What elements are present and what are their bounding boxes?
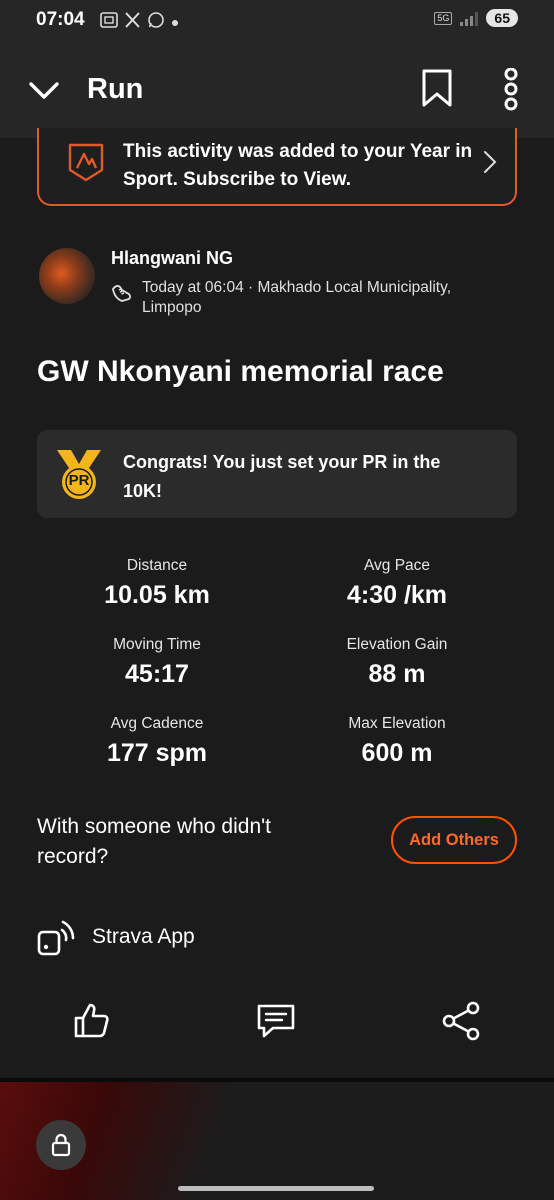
- avatar[interactable]: [39, 248, 95, 304]
- action-bar: [0, 1000, 554, 1052]
- bookmark-icon: [422, 69, 452, 107]
- year-in-sport-banner[interactable]: This activity was added to your Year in …: [37, 128, 517, 206]
- stat-label: Avg Pace: [363, 557, 431, 574]
- banner-message: This activity was added to your Year in …: [123, 141, 473, 190]
- stat-label: Distance: [126, 557, 188, 574]
- chevron-down-icon: [29, 82, 59, 99]
- add-others-button[interactable]: Add Others: [391, 816, 517, 864]
- network-type: 5G: [434, 11, 453, 25]
- stat-value: 600 m: [361, 739, 433, 767]
- athlete-name[interactable]: Hlangwani NG: [111, 248, 233, 269]
- whatsapp-icon: [147, 11, 165, 34]
- stat-moving-time: Moving Time 45:17: [37, 636, 277, 689]
- year-in-sport-icon: [67, 142, 105, 182]
- add-others-prompt: With someone who didn't record?: [37, 815, 271, 868]
- comment-button[interactable]: [255, 1000, 299, 1046]
- stat-elevation-gain: Elevation Gain 88 m: [277, 636, 517, 689]
- activity-title: GW Nkonyani memorial race: [37, 355, 444, 388]
- home-indicator[interactable]: [178, 1186, 374, 1191]
- pr-medal-icon: PR: [53, 446, 105, 502]
- like-icon: [74, 1003, 109, 1038]
- more-vertical-icon: [504, 67, 518, 111]
- share-icon: [442, 1001, 480, 1041]
- battery-level: 65: [486, 9, 518, 27]
- pr-badge-text: PR: [68, 472, 90, 489]
- top-app-bar: Run: [0, 42, 554, 138]
- more-options-button[interactable]: [496, 67, 526, 112]
- map-lock-button[interactable]: [36, 1120, 86, 1170]
- stat-label: Moving Time: [113, 636, 201, 653]
- stat-avg-cadence: Avg Cadence 177 spm: [37, 715, 277, 768]
- dot-icon: [171, 14, 179, 32]
- system-status: 5G 65: [434, 9, 518, 27]
- share-button[interactable]: [440, 1000, 484, 1046]
- pr-message: Congrats! You just set your PR in the 10…: [123, 452, 441, 501]
- lock-icon: [51, 1133, 71, 1157]
- stat-label: Avg Cadence: [110, 715, 204, 732]
- shoe-icon: [110, 281, 134, 305]
- page-title: Run: [87, 73, 144, 105]
- stat-avg-pace: Avg Pace 4:30 /km: [277, 557, 517, 610]
- notification-icons: [100, 11, 179, 34]
- activity-date-location: Today at 06:04 · Makhado Local Municipal…: [142, 279, 452, 316]
- device-icon: [36, 918, 76, 958]
- chevron-right-icon: [483, 150, 497, 174]
- stat-distance: Distance 10.05 km: [37, 557, 277, 610]
- stat-value: 88 m: [368, 660, 426, 688]
- stat-value: 10.05 km: [104, 581, 210, 609]
- status-bar: 07:04 5G 65: [0, 0, 554, 42]
- signal-icon: [460, 10, 479, 26]
- screenshot-icon: [100, 12, 118, 33]
- stat-label: Elevation Gain: [346, 636, 448, 653]
- pr-card[interactable]: PR Congrats! You just set your PR in the…: [37, 430, 517, 518]
- stat-max-elevation: Max Elevation 600 m: [277, 715, 517, 768]
- x-icon: [124, 12, 141, 33]
- status-time: 07:04: [36, 9, 85, 30]
- stat-value: 45:17: [125, 660, 189, 688]
- stat-value: 4:30 /km: [346, 581, 448, 609]
- device-name: Strava App: [92, 925, 195, 948]
- stat-label: Max Elevation: [348, 715, 446, 732]
- collapse-button[interactable]: [26, 72, 62, 108]
- stat-value: 177 spm: [106, 739, 208, 767]
- bookmark-button[interactable]: [418, 68, 456, 108]
- kudos-button[interactable]: [72, 1000, 116, 1046]
- comment-icon: [257, 1004, 295, 1038]
